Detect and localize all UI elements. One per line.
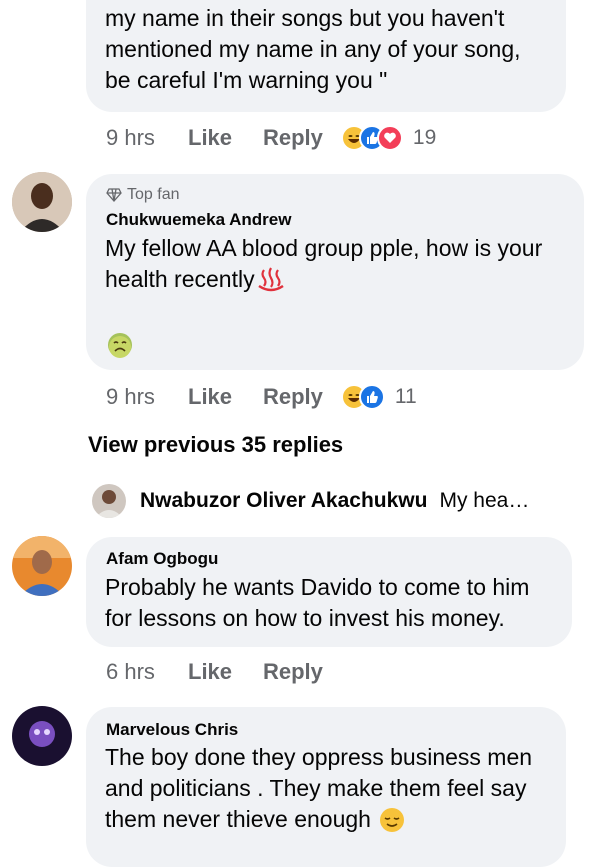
comment-line: them never thieve enough (105, 806, 371, 832)
comment-bubble: Marvelous Chris The boy done they oppres… (86, 707, 566, 867)
diamond-icon (106, 188, 122, 202)
reaction-count: 11 (394, 385, 417, 408)
reply-button[interactable]: Reply (263, 384, 323, 410)
reply-preview-text: My hea… (439, 489, 530, 512)
like-button[interactable]: Like (188, 384, 263, 410)
comment-line: mentioned my name in any of your song, (105, 36, 521, 62)
avatar-photo-icon (92, 484, 126, 518)
like-button[interactable]: Like (188, 659, 263, 685)
like-button[interactable]: Like (188, 125, 263, 151)
nauseated-face-icon (108, 333, 132, 358)
avatar[interactable] (12, 172, 72, 232)
reply-author: Nwabuzor Oliver Akachukwu (140, 489, 428, 512)
reactions-summary[interactable]: 19 (340, 125, 437, 151)
relieved-face-icon (379, 807, 404, 832)
comment-time[interactable]: 6 hrs (106, 659, 188, 685)
reply-preview[interactable]: Nwabuzor Oliver Akachukwu My hea… (92, 482, 592, 520)
avatar[interactable] (12, 706, 72, 766)
comment-bubble: Top fan Chukwuemeka Andrew My fellow AA … (86, 174, 584, 370)
badge-label: Top fan (127, 186, 180, 203)
reactions-summary[interactable]: 11 (340, 384, 417, 410)
view-previous-replies-link[interactable]: View previous 35 replies (88, 432, 343, 458)
comment-line: be careful I'm warning you " (105, 67, 388, 93)
comment-text: Probably he wants Davido to come to him … (105, 572, 565, 634)
comment-bubble: Afam Ogbogu Probably he wants Davido to … (86, 537, 572, 647)
comment-meta: 9 hrs Like Reply 19 (106, 122, 436, 154)
comment-line: The boy done they oppress business men (105, 744, 533, 770)
avatar-photo-icon (12, 706, 72, 766)
comment-line: My fellow AA blood group pple, how is yo… (105, 235, 543, 261)
comment-author[interactable]: Afam Ogbogu (106, 549, 218, 569)
top-fan-badge: Top fan (106, 186, 179, 204)
avatar (92, 484, 126, 518)
comment-time[interactable]: 9 hrs (106, 384, 188, 410)
comment-author[interactable]: Chukwuemeka Andrew (106, 210, 291, 230)
comment-line: health recently (105, 266, 255, 292)
comment-line: Probably he wants Davido to come to him (105, 574, 530, 600)
love-reaction-icon (376, 125, 403, 151)
comment-line: my name in their songs but you haven't (105, 5, 505, 31)
comment-meta: 6 hrs Like Reply (106, 656, 323, 688)
comment-text: The boy done they oppress business men a… (105, 742, 560, 835)
reply-button[interactable]: Reply (263, 125, 323, 151)
comment-line-wrap: them never thieve enough (105, 804, 560, 835)
like-reaction-icon (358, 384, 385, 410)
comment-line: for lessons on how to invest his money. (105, 605, 505, 631)
avatar-photo-icon (12, 172, 72, 232)
comment-meta: 9 hrs Like Reply 11 (106, 381, 417, 413)
avatar-photo-icon (12, 536, 72, 596)
comment-line: and politicians . They make them feel sa… (105, 775, 527, 801)
comment-text: My fellow AA blood group pple, how is yo… (105, 233, 575, 295)
comment-bubble: my name in their songs but you haven't m… (86, 0, 566, 112)
hot-springs-icon (257, 266, 284, 291)
reply-button[interactable]: Reply (263, 659, 323, 685)
avatar[interactable] (12, 536, 72, 596)
comment-time[interactable]: 9 hrs (106, 125, 188, 151)
comment-text: my name in their songs but you haven't m… (105, 3, 560, 96)
reaction-count: 19 (412, 126, 437, 149)
comment-author[interactable]: Marvelous Chris (106, 720, 238, 740)
comment-line-wrap: health recently (105, 264, 575, 295)
